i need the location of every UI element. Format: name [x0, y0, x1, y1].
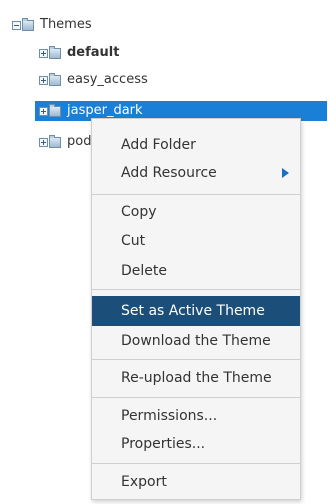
- menu-separator: [92, 397, 300, 398]
- menu-item-label: Cut: [121, 233, 146, 249]
- menu-item-copy[interactable]: Copy: [92, 198, 300, 226]
- expand-toggle-icon[interactable]: [39, 137, 48, 147]
- tree-node-themes[interactable]: Themes: [12, 15, 92, 35]
- folder-icon: [22, 17, 34, 31]
- menu-item-add-folder[interactable]: Add Folder: [92, 131, 300, 159]
- folder-icon: [49, 103, 61, 117]
- menu-item-label: Set as Active Theme: [121, 303, 265, 319]
- tree-node-label: Themes: [40, 17, 92, 32]
- expand-toggle-icon[interactable]: [39, 75, 48, 85]
- menu-item-download-theme[interactable]: Download the Theme: [92, 327, 300, 355]
- folder-icon: [49, 72, 61, 86]
- menu-separator: [92, 463, 300, 464]
- menu-item-label: Permissions...: [121, 408, 218, 424]
- folder-collapsed-icon[interactable]: [39, 134, 61, 150]
- menu-item-label: Re-upload the Theme: [121, 370, 272, 386]
- repository-tree-panel: Themes default easy_access jasper_dark p…: [0, 0, 328, 504]
- tree-node-easy-access[interactable]: easy_access: [39, 70, 148, 90]
- menu-item-label: Add Folder: [121, 137, 196, 153]
- folder-collapsed-icon[interactable]: [39, 103, 61, 119]
- tree-node-label: easy_access: [67, 72, 148, 87]
- tree-node-default[interactable]: default: [39, 43, 119, 63]
- menu-separator: [92, 289, 300, 290]
- menu-item-permissions[interactable]: Permissions...: [92, 402, 300, 430]
- menu-separator: [92, 359, 300, 360]
- folder-icon: [49, 45, 61, 59]
- menu-item-reupload-theme[interactable]: Re-upload the Theme: [92, 364, 300, 392]
- submenu-arrow-icon: [282, 168, 289, 178]
- menu-item-set-active-theme[interactable]: Set as Active Theme: [92, 296, 300, 326]
- folder-collapsed-icon[interactable]: [39, 72, 61, 88]
- menu-item-properties[interactable]: Properties...: [92, 430, 300, 458]
- folder-icon: [49, 134, 61, 148]
- menu-item-export[interactable]: Export: [92, 468, 300, 496]
- menu-item-label: Export: [121, 474, 167, 490]
- tree-node-pods[interactable]: pods: [39, 132, 98, 152]
- menu-item-add-resource[interactable]: Add Resource: [92, 159, 300, 187]
- folder-collapsed-icon[interactable]: [39, 45, 61, 61]
- menu-item-label: Properties...: [121, 436, 206, 452]
- menu-item-label: Download the Theme: [121, 333, 271, 349]
- menu-item-label: Copy: [121, 204, 157, 220]
- tree-node-label: default: [67, 45, 120, 60]
- context-menu: Add Folder Add Resource Copy Cut Delete …: [91, 118, 301, 500]
- folder-open-icon[interactable]: [12, 17, 34, 33]
- menu-item-delete[interactable]: Delete: [92, 257, 300, 285]
- expand-toggle-icon[interactable]: [39, 106, 48, 116]
- collapse-toggle-icon[interactable]: [12, 20, 21, 30]
- menu-item-cut[interactable]: Cut: [92, 227, 300, 255]
- menu-item-label: Add Resource: [121, 165, 217, 181]
- menu-separator: [92, 194, 300, 195]
- menu-item-label: Delete: [121, 263, 167, 279]
- expand-toggle-icon[interactable]: [39, 48, 48, 58]
